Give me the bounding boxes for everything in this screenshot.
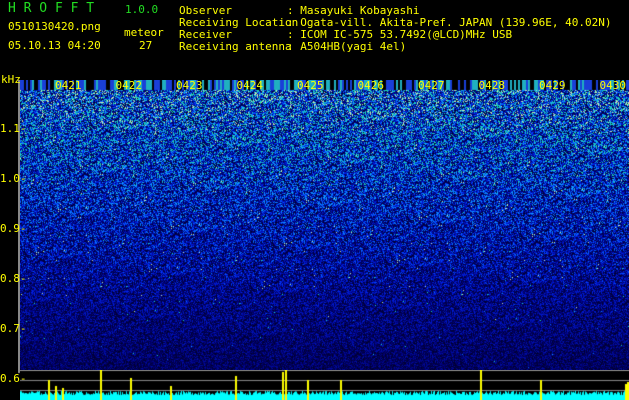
y-tick-label: 0.6- <box>0 372 27 385</box>
meteor-count: 27 <box>139 39 153 52</box>
time-label: 0430 <box>599 79 627 92</box>
time-label: 0421 <box>55 79 82 92</box>
time-label: 0424 <box>236 79 264 92</box>
hrofft-screen: H R O F F T 1.0.0 0510130420.png meteor … <box>0 0 629 400</box>
time-label: 0426 <box>357 79 385 92</box>
file-name: 0510130420.png <box>8 20 101 33</box>
time-label: 0428 <box>478 79 506 92</box>
antenna-label: Receiving antenna <box>179 40 292 53</box>
antenna-value: : A504HB(yagi 4el) <box>287 40 407 53</box>
y-tick-label: 1.1- <box>0 122 27 135</box>
meteor-label: meteor <box>124 26 164 39</box>
y-tick-label: 0.9- <box>0 222 27 235</box>
y-tick-label: 0.8- <box>0 272 27 285</box>
time-label: 0422 <box>115 79 143 92</box>
time-label: 0425 <box>297 79 324 92</box>
time-label: 0429 <box>539 79 566 92</box>
time-label: 0427 <box>418 79 445 92</box>
spectrogram <box>20 80 629 370</box>
y-unit-label: kHz <box>1 73 21 86</box>
y-tick-label: 0.7- <box>0 322 27 335</box>
meteor-histogram <box>20 370 629 400</box>
app-version: 1.0.0 <box>125 3 159 16</box>
capture-datetime: 05.10.13 04:20 <box>8 39 101 52</box>
y-tick-label: 1.0- <box>0 172 27 185</box>
app-title: H R O F F T <box>8 1 95 16</box>
time-label: 0423 <box>176 79 203 92</box>
